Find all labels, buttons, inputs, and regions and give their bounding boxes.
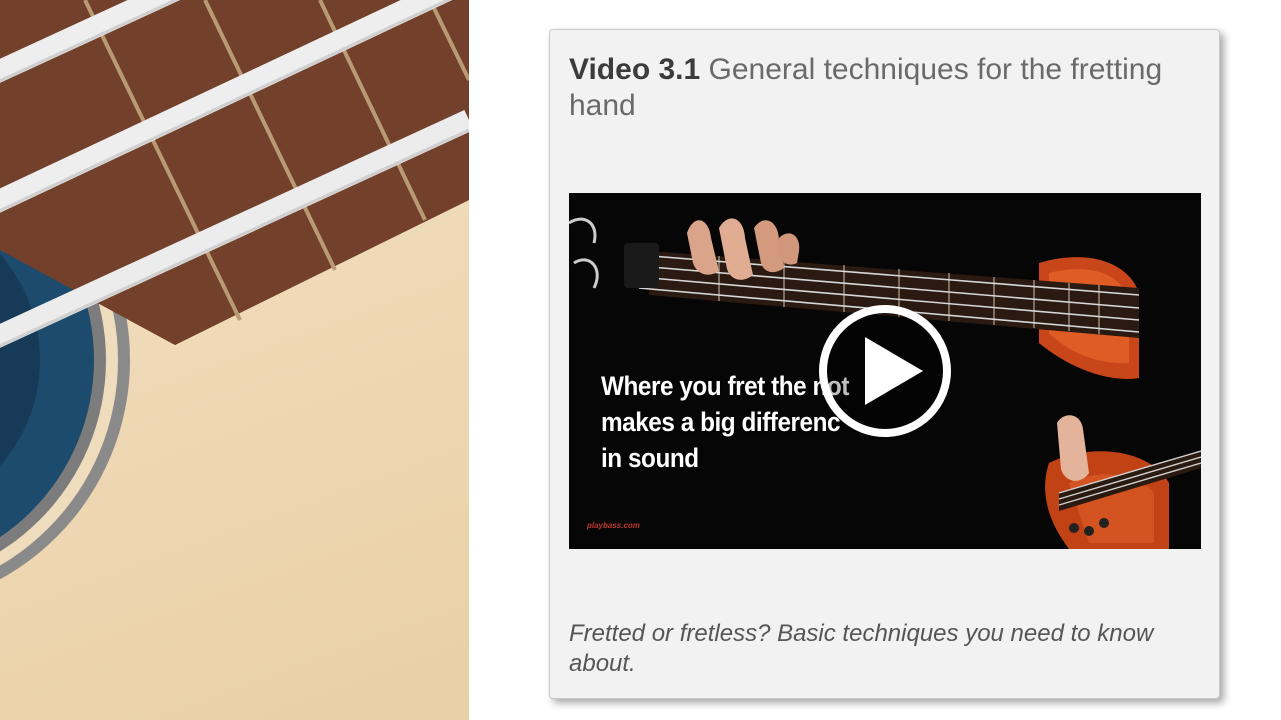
overlay-line-1: Where you fret the not	[601, 371, 849, 401]
card-title: Video 3.1 General techniques for the fre…	[569, 52, 1169, 124]
video-card: Video 3.1 General techniques for the fre…	[549, 29, 1220, 699]
guitar-background-photo	[0, 0, 469, 720]
overlay-line-2: makes a big differenc	[601, 407, 841, 437]
play-button[interactable]	[817, 303, 953, 439]
play-icon	[819, 305, 951, 437]
video-player[interactable]: Where you fret the not makes a big differ…	[569, 193, 1201, 549]
video-watermark: playbass.com	[587, 521, 640, 530]
video-number: Video 3.1	[569, 53, 701, 86]
video-caption: Fretted or fretless? Basic techniques yo…	[569, 620, 1154, 677]
overlay-line-3: in sound	[601, 443, 699, 473]
